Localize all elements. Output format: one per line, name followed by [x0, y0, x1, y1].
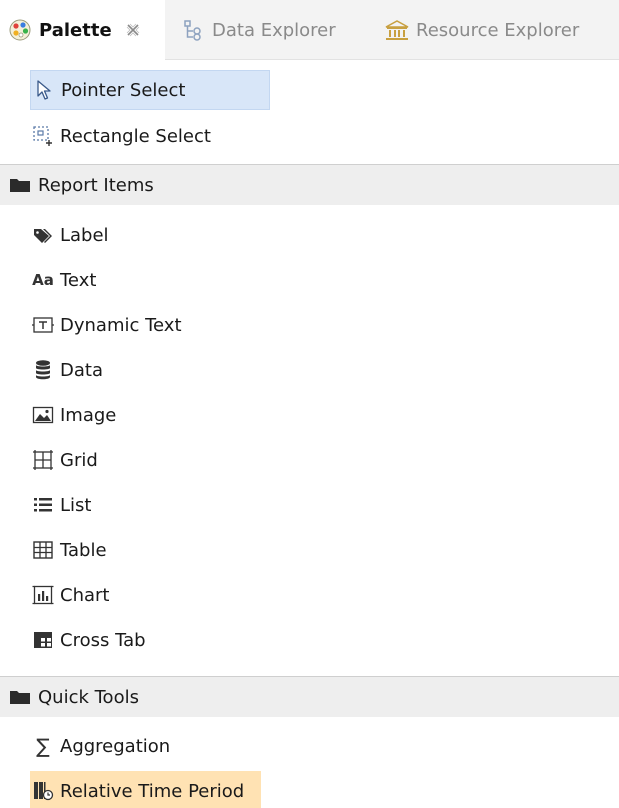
tab-label: Palette: [39, 19, 112, 41]
palette-entry-label: Aggregation: [60, 735, 171, 757]
drawer-label: Quick Tools: [38, 686, 139, 708]
palette-entry-label: Image: [60, 404, 117, 426]
data-explorer-icon: [180, 17, 206, 43]
palette-icon: [7, 17, 33, 43]
cross-tab-icon: [32, 629, 54, 651]
drawer-report-items[interactable]: Report Items: [0, 164, 619, 206]
database-icon: [32, 359, 54, 381]
palette-entry-cross-tab[interactable]: Cross Tab: [30, 620, 146, 660]
tab-resource-explorer[interactable]: Resource Explorer: [384, 0, 579, 60]
palette-entry-label: Relative Time Period: [60, 780, 245, 802]
palette-entry-grid[interactable]: Grid: [30, 440, 98, 480]
palette-entry-list[interactable]: List: [30, 485, 91, 525]
tab-label: Data Explorer: [212, 19, 336, 41]
palette-entry-label: Label: [60, 224, 109, 246]
palette-entry-relative-time-period[interactable]: Relative Time Period: [30, 771, 261, 808]
tab-label: Resource Explorer: [416, 19, 580, 41]
palette-entry-image[interactable]: Image: [30, 395, 116, 435]
palette-entry-label: Dynamic Text: [60, 314, 182, 336]
pointer-icon: [33, 79, 55, 101]
palette-entry-table[interactable]: Table: [30, 530, 107, 570]
text-aa-icon: Aa: [32, 271, 54, 289]
palette-entry-label-item[interactable]: Label: [30, 215, 109, 255]
tab-palette[interactable]: Palette: [0, 0, 165, 60]
palette-entry-dynamic-text[interactable]: Dynamic Text: [30, 305, 182, 345]
palette-entry-label: Grid: [60, 449, 98, 471]
relative-time-icon: [32, 780, 54, 802]
view-tab-bar: Palette Data Explorer Resource Explorer: [0, 0, 619, 60]
tab-data-explorer[interactable]: Data Explorer: [180, 0, 336, 60]
palette-entry-chart[interactable]: Chart: [30, 575, 109, 615]
chart-icon: [32, 584, 54, 606]
palette-entry-text[interactable]: Aa Text: [30, 260, 96, 300]
palette-entry-label: Pointer Select: [61, 79, 186, 101]
dynamic-text-icon: [32, 314, 54, 336]
rectangle-select-icon: [32, 125, 54, 147]
palette-entry-label: Cross Tab: [60, 629, 146, 651]
palette-entry-label: Text: [60, 269, 97, 291]
drawer-quick-tools[interactable]: Quick Tools: [0, 676, 619, 718]
palette-entry-label: Chart: [60, 584, 110, 606]
palette-entry-label: Data: [60, 359, 103, 381]
grid-icon: [32, 449, 54, 471]
palette-entry-rectangle-select[interactable]: Rectangle Select: [30, 116, 211, 156]
drawer-label: Report Items: [38, 174, 154, 196]
folder-icon: [8, 174, 32, 196]
palette-entry-label: Table: [60, 539, 107, 561]
palette-view: Palette Data Explorer Resource Explorer …: [0, 0, 619, 808]
list-icon: [32, 494, 54, 516]
folder-icon: [8, 686, 32, 708]
close-icon[interactable]: [124, 21, 142, 39]
palette-entry-data[interactable]: Data: [30, 350, 103, 390]
palette-entry-label: List: [60, 494, 92, 516]
image-icon: [32, 404, 54, 426]
label-tag-icon: [32, 224, 54, 246]
table-icon: [32, 539, 54, 561]
palette-entry-label: Rectangle Select: [60, 125, 211, 147]
resource-explorer-icon: [384, 17, 410, 43]
palette-entry-aggregation[interactable]: ∑ Aggregation: [30, 726, 170, 766]
palette-entry-pointer-select[interactable]: Pointer Select: [30, 70, 270, 110]
sigma-icon: ∑: [36, 734, 50, 758]
